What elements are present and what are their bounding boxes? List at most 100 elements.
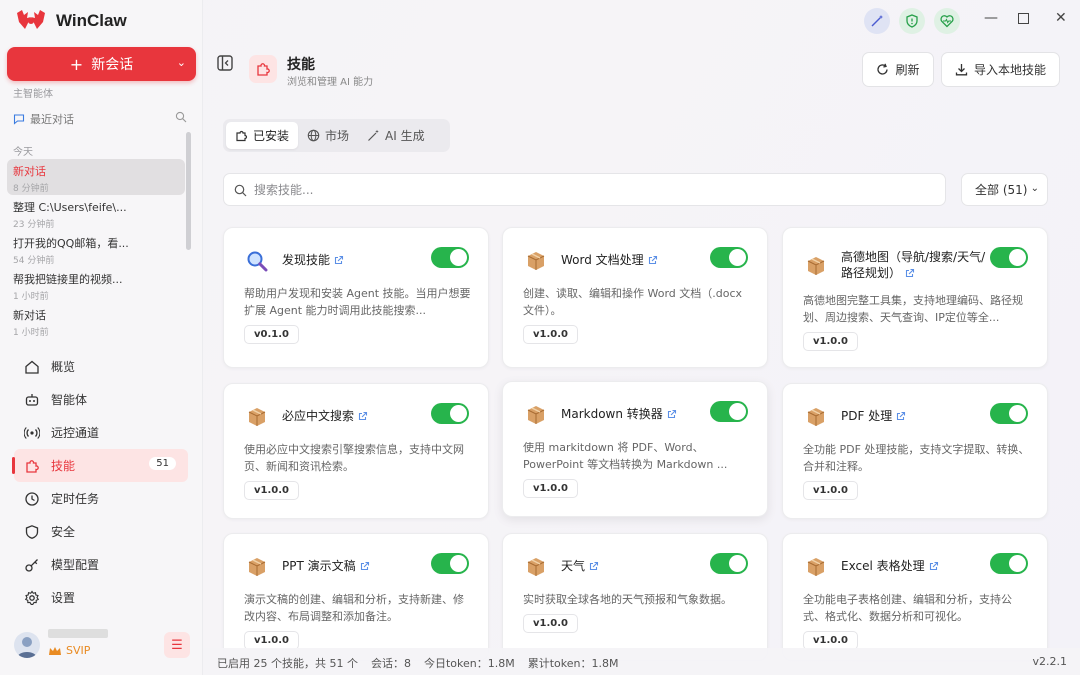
skill-card[interactable]: Excel 表格处理 全功能电子表格创建、编辑和分析，支持公式、格式化、数据分析…: [782, 533, 1048, 661]
package-icon: [807, 558, 825, 576]
sidebar-toggle-icon[interactable]: [216, 54, 234, 72]
chat-item[interactable]: 新对话 1 小时前: [7, 303, 185, 339]
user-avatar-icon: [17, 637, 37, 658]
external-link-icon[interactable]: [648, 255, 658, 265]
import-local-skill-button[interactable]: 导入本地技能: [941, 52, 1060, 87]
skill-card[interactable]: 高德地图（导航/搜索/天气/路径规划） 高德地图完整工具集，支持地理编码、路径规…: [782, 227, 1048, 368]
external-link-icon[interactable]: [929, 561, 939, 571]
crown-icon: [49, 646, 61, 655]
menu-icon[interactable]: ☰: [164, 632, 190, 658]
skill-card[interactable]: 发现技能 帮助用户发现和安装 Agent 技能。当用户想要扩展 Agent 能力…: [223, 227, 489, 368]
chevron-down-icon: ⌄: [1030, 183, 1039, 194]
top-toolbar: [864, 8, 960, 34]
skill-card[interactable]: 天气 实时获取全球各地的天气预报和气象数据。 v1.0.0: [502, 533, 768, 661]
skill-card[interactable]: Word 文档处理 创建、读取、编辑和操作 Word 文档（.docx 文件）。…: [502, 227, 768, 368]
chat-item[interactable]: 打开我的QQ邮箱，看... 54 分钟前: [7, 231, 185, 267]
sidebar-item-security[interactable]: 安全: [14, 515, 188, 548]
tab-ai-generate[interactable]: AI 生成: [358, 122, 434, 149]
chevron-down-icon[interactable]: ⌄: [177, 56, 186, 69]
magic-wand-icon[interactable]: [864, 8, 890, 34]
skill-name: Markdown 转换器: [561, 406, 701, 422]
magic-wand-icon: [368, 129, 379, 141]
skills-count-badge: 51: [149, 457, 176, 470]
skill-description: 演示文稿的创建、编辑和分析，支持新建、修改内容、布局调整和添加备注。: [244, 593, 464, 623]
skill-enabled-toggle[interactable]: [710, 553, 748, 574]
skill-card[interactable]: PDF 处理 全功能 PDF 处理技能，支持文字提取、转换、合并和注释。 v1.…: [782, 383, 1048, 519]
close-button[interactable]: ✕: [1055, 10, 1067, 26]
sidebar-item-label: 安全: [51, 525, 76, 539]
skill-enabled-toggle[interactable]: [990, 553, 1028, 574]
chat-item[interactable]: 新对话 8 分钟前: [7, 159, 185, 195]
minimize-button[interactable]: —: [984, 10, 998, 26]
sidebar-item-models[interactable]: 模型配置: [14, 548, 188, 581]
external-link-icon[interactable]: [896, 411, 906, 421]
maximize-button[interactable]: [1018, 12, 1029, 28]
tab-installed[interactable]: 已安装: [226, 122, 299, 149]
sidebar-item-remote[interactable]: 远控通道: [14, 416, 188, 449]
chat-time: 54 分钟前: [13, 256, 55, 266]
sidebar-item-settings[interactable]: 设置: [14, 581, 188, 614]
external-link-icon[interactable]: [589, 561, 599, 571]
robot-icon: [25, 393, 39, 406]
search-icon[interactable]: [175, 111, 187, 123]
chat-time: 1 小时前: [13, 292, 49, 302]
skill-name: PPT 演示文稿: [282, 558, 422, 574]
plus-icon: +: [69, 54, 84, 74]
skill-enabled-toggle[interactable]: [990, 403, 1028, 424]
external-link-icon[interactable]: [667, 409, 677, 419]
shield-check-icon[interactable]: [899, 8, 925, 34]
skill-enabled-toggle[interactable]: [990, 247, 1028, 268]
import-label: 导入本地技能: [973, 63, 1046, 77]
external-link-icon[interactable]: [334, 255, 344, 265]
chat-title: 新对话: [13, 165, 46, 178]
skill-description: 创建、读取、编辑和操作 Word 文档（.docx 文件）。: [523, 287, 743, 317]
sidebar-item-skills[interactable]: 技能 51: [12, 449, 188, 482]
external-link-icon[interactable]: [905, 268, 915, 278]
skill-enabled-toggle[interactable]: [431, 403, 469, 424]
magnifier-icon: [247, 251, 268, 272]
chat-time: 1 小时前: [13, 328, 49, 338]
sidebar-item-label: 设置: [51, 591, 76, 605]
tab-label: AI 生成: [385, 129, 425, 143]
skill-name: Word 文档处理: [561, 252, 701, 268]
skill-enabled-toggle[interactable]: [710, 247, 748, 268]
skill-card[interactable]: Markdown 转换器 使用 markitdown 将 PDF、Word、Po…: [502, 381, 768, 517]
sidebar-item-overview[interactable]: 概览: [14, 350, 188, 383]
chat-list-scrollbar[interactable]: [186, 132, 191, 250]
clock-icon: [25, 491, 39, 506]
external-link-icon[interactable]: [360, 561, 370, 571]
page-title: 技能: [287, 57, 315, 73]
skill-version: v1.0.0: [523, 614, 578, 633]
package-icon: [248, 408, 266, 426]
skill-enabled-toggle[interactable]: [710, 401, 748, 422]
page-subtitle: 浏览和管理 AI 能力: [287, 77, 374, 88]
avatar[interactable]: [14, 632, 40, 658]
filter-label: 全部 (51): [975, 183, 1028, 197]
tab-label: 市场: [325, 129, 350, 143]
skill-description: 高德地图完整工具集，支持地理编码、路径规划、周边搜索、天气查询、IP定位等全..…: [803, 294, 1023, 324]
search-input[interactable]: [254, 174, 934, 205]
skill-name: 高德地图（导航/搜索/天气/路径规划）: [841, 250, 986, 280]
skill-enabled-toggle[interactable]: [431, 247, 469, 268]
heart-pulse-icon[interactable]: [934, 8, 960, 34]
chat-item[interactable]: 帮我把链接里的视频... 1 小时前: [7, 267, 185, 303]
puzzle-icon: [257, 63, 270, 76]
skill-card[interactable]: PPT 演示文稿 演示文稿的创建、编辑和分析，支持新建、修改内容、布局调整和添加…: [223, 533, 489, 661]
external-link-icon[interactable]: [358, 411, 368, 421]
tab-market[interactable]: 市场: [298, 122, 358, 149]
skill-tabs: 已安装 市场 AI 生成: [223, 119, 450, 152]
sidebar-item-scheduled[interactable]: 定时任务: [14, 482, 188, 515]
skill-name: PDF 处理: [841, 408, 981, 424]
chat-item[interactable]: 整理 C:\Users\feife\... 23 分钟前: [7, 195, 185, 231]
sidebar-item-agents[interactable]: 智能体: [14, 383, 188, 416]
skill-description: 帮助用户发现和安装 Agent 技能。当用户想要扩展 Agent 能力时调用此技…: [244, 287, 471, 317]
skill-description: 使用 markitdown 将 PDF、Word、PowerPoint 等文档转…: [523, 441, 728, 471]
sidebar-item-label: 模型配置: [51, 558, 100, 572]
skill-enabled-toggle[interactable]: [431, 553, 469, 574]
refresh-label: 刷新: [895, 63, 920, 77]
skill-card[interactable]: 必应中文搜索 使用必应中文搜索引擎搜索信息，支持中文网页、新闻和资讯检索。 v1…: [223, 383, 489, 519]
category-filter-select[interactable]: 全部 (51) ⌄: [961, 173, 1048, 206]
new-chat-button[interactable]: + 新会话 ⌄: [7, 47, 196, 81]
refresh-button[interactable]: 刷新: [862, 52, 934, 87]
skill-description: 全功能电子表格创建、编辑和分析，支持公式、格式化、数据分析和可视化。: [803, 593, 1012, 623]
